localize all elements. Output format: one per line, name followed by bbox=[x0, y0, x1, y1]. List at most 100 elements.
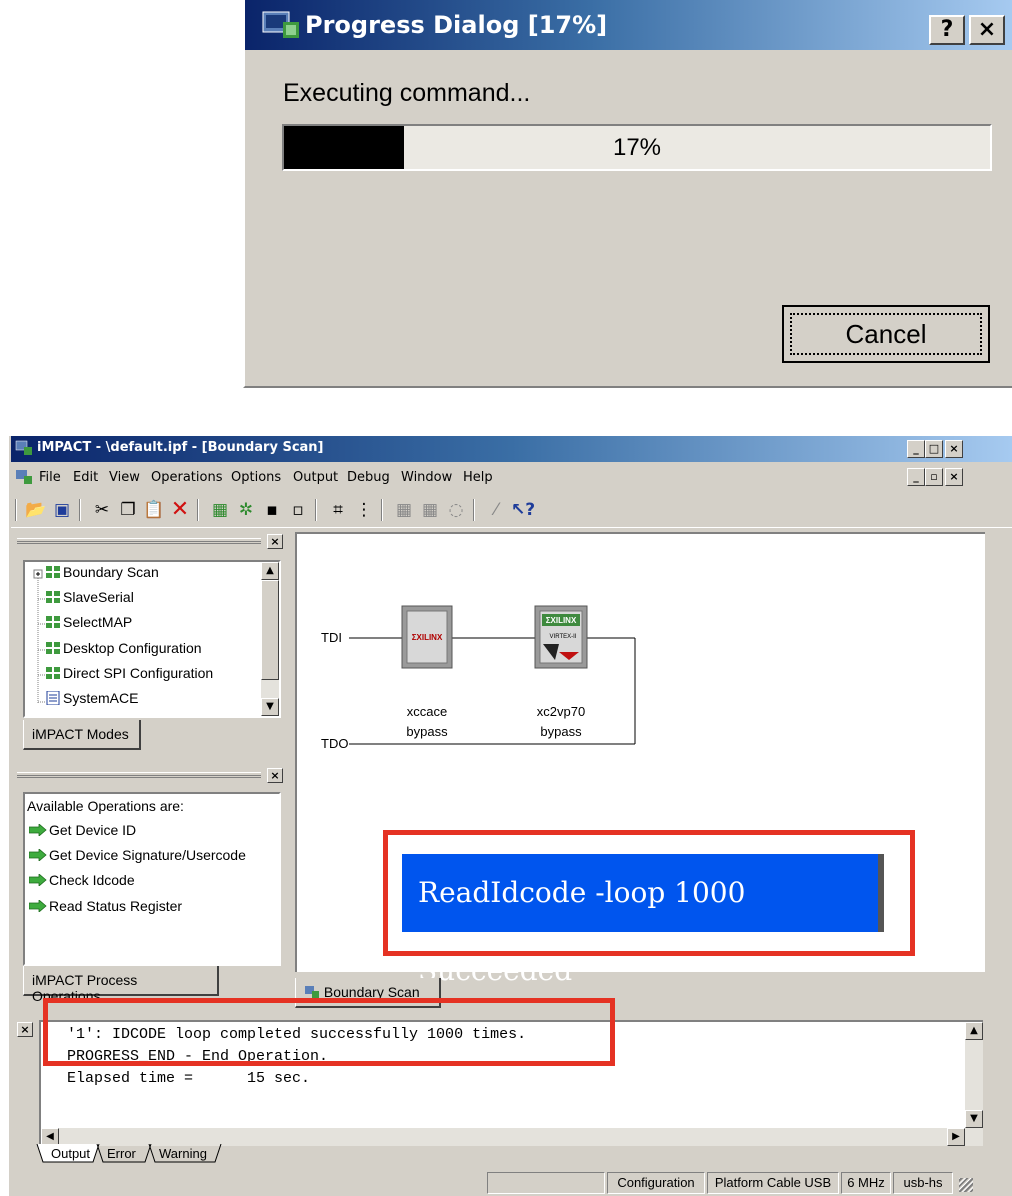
output-scrollbar[interactable]: ▲ ▼ bbox=[965, 1022, 983, 1128]
toolbar: 📂 ▣ ✂ ❐ 📋 ✕ ▦ ✲ ▪ ▫ ⌗ ⋮ ▦ ▦ ◌ ⁄ ↖? bbox=[11, 494, 1012, 528]
op-check-idcode[interactable]: Check Idcode bbox=[29, 872, 135, 894]
impact-app-icon bbox=[15, 440, 32, 455]
main-window-titlebar[interactable]: iMPACT - \default.ipf - [Boundary Scan] … bbox=[11, 436, 1012, 462]
grid-small-icon[interactable]: ▫ bbox=[287, 499, 309, 521]
copy-icon[interactable]: ❐ bbox=[117, 499, 139, 521]
tab-impact-process-operations[interactable]: iMPACT Process Operations bbox=[23, 966, 219, 1004]
menu-operations[interactable]: Operations bbox=[151, 470, 222, 485]
op-get-device-id[interactable]: Get Device ID bbox=[29, 822, 136, 844]
boundary-scan-canvas[interactable]: ΣXILINX ΣXILINX VIRTEX-II TDI TDO xccace… bbox=[295, 532, 985, 987]
scroll-thumb[interactable] bbox=[261, 580, 279, 680]
operations-panel-close[interactable]: × bbox=[267, 768, 283, 783]
menu-file[interactable]: File bbox=[39, 470, 61, 485]
scroll-up-arrow[interactable]: ▲ bbox=[965, 1022, 983, 1040]
green-arrow-icon bbox=[29, 900, 47, 912]
svg-text:VIRTEX-II: VIRTEX-II bbox=[550, 634, 577, 640]
tree-item-desktop-configuration[interactable]: Desktop Configuration bbox=[45, 640, 202, 662]
maximize-button[interactable]: □ bbox=[925, 440, 943, 458]
op-label: Check Idcode bbox=[49, 872, 135, 888]
grid-icon[interactable]: ▪ bbox=[261, 499, 283, 521]
status-empty bbox=[487, 1172, 605, 1194]
tree-item-selectmap[interactable]: SelectMAP bbox=[45, 614, 132, 636]
green-arrow-icon bbox=[29, 874, 47, 886]
tree-item-label: Desktop Configuration bbox=[63, 640, 202, 656]
tdo-label: TDO bbox=[321, 736, 349, 751]
tree-item-direct-spi-configuration[interactable]: Direct SPI Configuration bbox=[45, 665, 213, 687]
xccace-chip[interactable]: ΣXILINX bbox=[401, 605, 453, 669]
tree-item-label: Direct SPI Configuration bbox=[63, 665, 214, 681]
progress-dialog: Progress Dialog [17%] ? × Executing comm… bbox=[243, 0, 1012, 388]
cancel-button[interactable]: Cancel bbox=[782, 305, 990, 363]
open-folder-icon[interactable]: 📂 bbox=[25, 499, 47, 521]
document-icon[interactable] bbox=[15, 469, 33, 485]
tree-item-systemace[interactable]: SystemACE bbox=[45, 690, 138, 712]
assign-icon[interactable]: ▦ bbox=[419, 499, 441, 521]
chain-node-icon bbox=[46, 566, 60, 578]
status-cable: Platform Cable USB bbox=[707, 1172, 839, 1194]
wand-icon[interactable]: ⁄ bbox=[485, 499, 507, 521]
progress-dialog-titlebar[interactable]: Progress Dialog [17%] ? × bbox=[245, 0, 1012, 50]
window-close-button[interactable]: × bbox=[945, 440, 963, 458]
tab-warning[interactable]: Warning bbox=[159, 1146, 207, 1164]
toolbar-separator bbox=[473, 499, 475, 521]
cancel-button-label: Cancel bbox=[790, 313, 982, 355]
panel-grip[interactable] bbox=[17, 772, 261, 778]
menu-output[interactable]: Output bbox=[293, 470, 338, 485]
child-minimize-button[interactable]: _ bbox=[907, 468, 925, 486]
tab-error[interactable]: Error bbox=[107, 1146, 136, 1164]
debug-chain-icon[interactable]: ✲ bbox=[235, 499, 257, 521]
impact-main-window: iMPACT - \default.ipf - [Boundary Scan] … bbox=[9, 436, 1012, 1196]
menu-options[interactable]: Options bbox=[231, 470, 281, 485]
progress-bar: 17% bbox=[282, 124, 992, 171]
help-button[interactable]: ? bbox=[929, 15, 965, 45]
xc2vp70-chip[interactable]: ΣXILINX VIRTEX-II bbox=[534, 605, 588, 669]
resize-grip-icon[interactable] bbox=[959, 1178, 973, 1192]
menu-window[interactable]: Window bbox=[401, 470, 452, 485]
output-panel-close[interactable]: × bbox=[17, 1022, 33, 1037]
save-icon[interactable]: ▣ bbox=[51, 499, 73, 521]
minimize-button[interactable]: _ bbox=[907, 440, 925, 458]
cut-icon[interactable]: ✂ bbox=[91, 499, 113, 521]
chain-node-icon bbox=[46, 616, 60, 628]
program-icon[interactable]: ◌ bbox=[445, 499, 467, 521]
help-pointer-icon[interactable]: ↖? bbox=[511, 499, 535, 521]
op-get-device-signature[interactable]: Get Device Signature/Usercode bbox=[29, 847, 246, 869]
tree-item-label: SystemACE bbox=[63, 690, 139, 706]
pins-icon[interactable]: ⋮ bbox=[353, 499, 375, 521]
panel-grip[interactable] bbox=[17, 538, 261, 544]
paste-icon[interactable]: 📋 bbox=[143, 499, 165, 521]
green-arrow-icon bbox=[29, 849, 47, 861]
tree-item-boundary-scan[interactable]: Boundary Scan bbox=[45, 564, 159, 586]
tree-item-slaveserial[interactable]: SlaveSerial bbox=[45, 589, 134, 611]
child-close-button[interactable]: × bbox=[945, 468, 963, 486]
scroll-down-arrow[interactable]: ▼ bbox=[965, 1110, 983, 1128]
menu-edit[interactable]: Edit bbox=[73, 470, 98, 485]
child-restore-button[interactable]: ▫ bbox=[925, 468, 943, 486]
scroll-down-arrow[interactable]: ▼ bbox=[261, 698, 279, 716]
menu-debug[interactable]: Debug bbox=[347, 470, 390, 485]
modes-panel-close[interactable]: × bbox=[267, 534, 283, 549]
device-name-xccace: xccace bbox=[406, 704, 448, 719]
tab-output[interactable]: Output bbox=[51, 1146, 90, 1164]
menu-view[interactable]: View bbox=[109, 470, 140, 485]
modes-tree: Boundary Scan SlaveSerial SelectMAP Desk… bbox=[23, 560, 281, 718]
toolbar-separator bbox=[315, 499, 317, 521]
menu-help[interactable]: Help bbox=[463, 470, 493, 485]
identify-icon[interactable]: ▦ bbox=[393, 499, 415, 521]
impact-app-icon bbox=[262, 11, 299, 38]
dialog-close-button[interactable]: × bbox=[969, 15, 1005, 45]
status-speed: 6 MHz bbox=[841, 1172, 891, 1194]
modes-scrollbar[interactable]: ▲ ▼ bbox=[261, 562, 279, 716]
chip-icon[interactable]: ⌗ bbox=[327, 499, 349, 521]
op-label: Read Status Register bbox=[49, 898, 183, 914]
tab-impact-modes[interactable]: iMPACT Modes bbox=[23, 720, 141, 750]
svg-text:ΣXILINX: ΣXILINX bbox=[546, 616, 577, 625]
modes-panel-header: × bbox=[15, 534, 285, 550]
op-read-status-register[interactable]: Read Status Register bbox=[29, 898, 182, 920]
delete-icon[interactable]: ✕ bbox=[169, 499, 191, 521]
scroll-up-arrow[interactable]: ▲ bbox=[261, 562, 279, 580]
scroll-right-arrow[interactable]: ▶ bbox=[947, 1128, 965, 1146]
toolbar-separator bbox=[197, 499, 199, 521]
menu-bar: File Edit View Operations Options Output… bbox=[11, 466, 1012, 488]
chain-icon[interactable]: ▦ bbox=[209, 499, 231, 521]
